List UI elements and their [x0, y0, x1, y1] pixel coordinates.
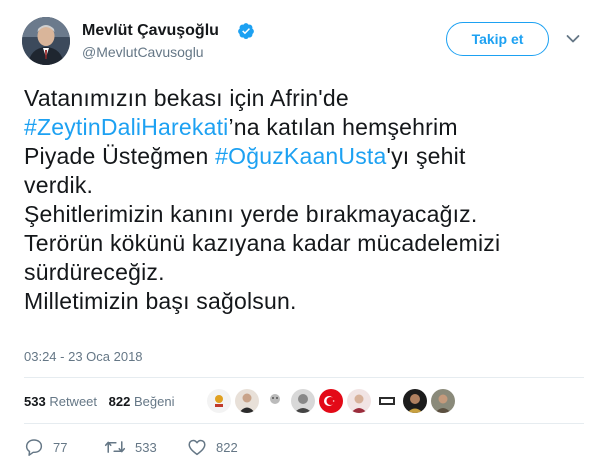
like-count: 822 — [216, 439, 238, 455]
liker-avatar[interactable] — [290, 388, 316, 414]
liker-avatar-image — [375, 389, 399, 413]
liker-avatar[interactable] — [402, 388, 428, 414]
tweet-card: Mevlüt Çavuşoğlu @MevlutCavusoglu Takip … — [0, 0, 603, 471]
author-handle[interactable]: @MevlutCavusoglu — [82, 44, 204, 60]
divider-top — [24, 377, 584, 378]
liker-avatar[interactable] — [430, 388, 456, 414]
retweet-stat[interactable]: 533 Retweet — [24, 394, 97, 409]
like-stat-count: 822 — [108, 394, 131, 409]
liker-avatar-image — [207, 389, 231, 413]
liker-avatar[interactable] — [374, 388, 400, 414]
liker-avatar[interactable] — [206, 388, 232, 414]
like-stat[interactable]: 822 Beğeni — [109, 394, 175, 409]
retweet-count: 533 — [135, 439, 157, 455]
reply-count: 77 — [53, 439, 68, 455]
tweet-timestamp[interactable]: 03:24 - 23 Oca 2018 — [24, 349, 143, 364]
liker-avatar[interactable] — [262, 388, 288, 414]
hashtag-zeytindaliharekati[interactable]: #ZeytinDaliHarekati — [24, 114, 229, 140]
author-display-name[interactable]: Mevlüt Çavuşoğlu — [82, 22, 219, 40]
tweet-stats: 533 Retweet 822 Beğeni — [24, 394, 182, 409]
follow-button[interactable]: Takip et — [446, 22, 549, 56]
liker-avatar-image — [347, 389, 371, 413]
reply-button[interactable]: 77 — [24, 438, 67, 456]
liker-avatar[interactable] — [234, 388, 260, 414]
heart-icon — [188, 439, 206, 456]
tweet-line-8: Milletimizin başı sağolsun. — [24, 288, 297, 314]
tweet-line-5: Şehitlerimizin kanını yerde bırakmayacağ… — [24, 201, 478, 227]
tweet-actions: 77 533 822 — [24, 438, 584, 460]
liker-avatar-image — [403, 389, 427, 413]
verified-badge-icon — [238, 23, 254, 40]
liker-avatar[interactable] — [318, 388, 344, 414]
tweet-line-7: sürdüreceğiz. — [24, 259, 165, 285]
retweet-stat-label: Retweet — [49, 394, 98, 409]
tweet-line-2-text: ’na katılan hemşehrim — [228, 114, 458, 140]
tweet-line-3-rest: 'yı şehit — [386, 143, 466, 169]
tweet-line-6: Terörün kökünü kazıyana kadar mücadelemi… — [24, 230, 501, 256]
liker-avatar-image — [431, 389, 455, 413]
author-avatar[interactable] — [22, 17, 70, 65]
liker-avatar-image — [291, 389, 315, 413]
tweet-line-3-text: Piyade Üsteğmen — [24, 143, 216, 169]
liker-avatar-image — [319, 389, 343, 413]
like-button[interactable]: 822 — [187, 438, 238, 456]
liker-avatar[interactable] — [346, 388, 372, 414]
tweet-line-4: verdik. — [24, 172, 94, 198]
tweet-line-3: Piyade Üsteğmen #OğuzKaanUsta'yı şehit — [24, 142, 599, 171]
hashtag-oguzkaanusta[interactable]: #OğuzKaanUsta — [215, 143, 386, 169]
avatar-image — [22, 17, 70, 65]
divider-bottom — [24, 423, 584, 424]
liker-avatar-image — [263, 389, 287, 413]
retweet-button[interactable]: 533 — [104, 438, 157, 456]
retweet-icon — [104, 441, 126, 453]
reply-icon — [25, 439, 43, 456]
tweet-line-2: #ZeytinDaliHarekati’na katılan hemşehrim — [24, 113, 599, 142]
retweet-stat-count: 533 — [24, 394, 46, 409]
tweet-text: Vatanımızın bekası için Afrin'de #Zeytin… — [24, 84, 599, 316]
tweet-line-1: Vatanımızın bekası için Afrin'de — [24, 85, 349, 111]
liker-avatar-image — [235, 389, 259, 413]
chevron-down-icon[interactable] — [566, 34, 580, 44]
like-stat-label: Beğeni — [133, 394, 175, 409]
